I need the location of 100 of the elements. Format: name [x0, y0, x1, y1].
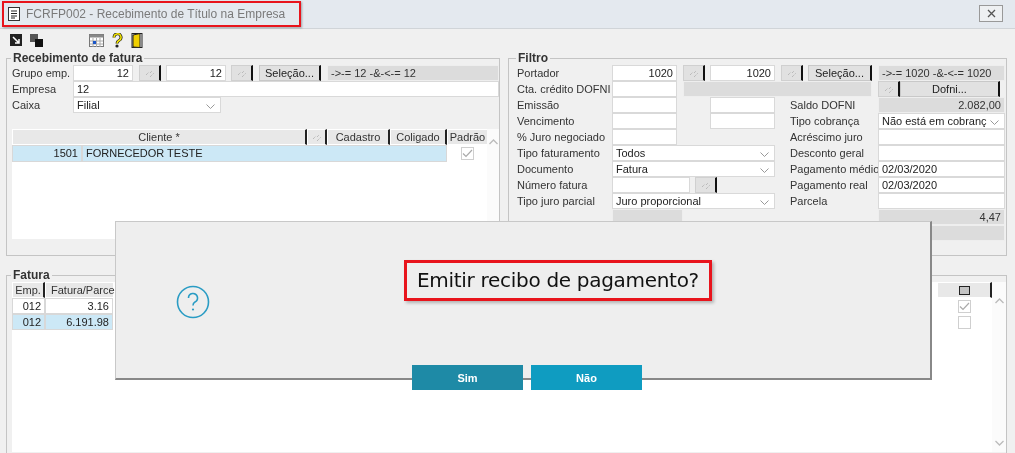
lookup-icon — [689, 69, 698, 77]
table-cell[interactable]: 6.191.98 — [45, 314, 113, 330]
checkbox[interactable] — [460, 147, 474, 160]
field-label: Caixa — [12, 99, 42, 111]
lookup-icon — [312, 133, 321, 141]
dialog-button[interactable]: Sim — [412, 365, 523, 390]
field-label: Vencimento — [517, 115, 576, 127]
chevron-down-icon[interactable] — [760, 200, 769, 205]
lookup-icon — [787, 69, 796, 77]
chevron-down-icon[interactable] — [760, 152, 769, 157]
lookup-button[interactable] — [781, 65, 803, 81]
input-field[interactable]: 12 — [73, 65, 133, 81]
group-title: Recebimento de fatura — [12, 51, 144, 65]
dialog-message: Emitir recibo de pagamento? — [404, 260, 712, 301]
help-icon[interactable] — [112, 32, 123, 48]
checkbox[interactable] — [958, 299, 971, 313]
readonly-field: 2.082,00 — [878, 97, 1005, 113]
chevron-down-icon[interactable] — [206, 104, 215, 109]
field-label: Empresa — [12, 83, 58, 95]
table-cell[interactable]: 012 — [12, 314, 45, 330]
input-field[interactable]: 02/03/2020 — [878, 177, 1005, 193]
field-label: Tipo faturamento — [517, 147, 601, 159]
scroll-up-icon[interactable] — [488, 139, 498, 145]
field-label: Documento — [517, 163, 575, 175]
range-field: ->-= 1020 -&-<-= 1020 — [878, 65, 1005, 81]
input-field[interactable] — [612, 129, 677, 145]
lookup-icon — [884, 85, 893, 93]
overlapping-squares-icon[interactable] — [30, 33, 43, 47]
lookup-icon — [145, 69, 154, 77]
lookup-button[interactable] — [695, 177, 717, 193]
chevron-down-icon[interactable] — [990, 120, 999, 125]
checkbox[interactable] — [958, 315, 971, 329]
dropdown[interactable]: Não está em cobranç — [878, 113, 1005, 129]
table-cell[interactable]: 012 — [12, 298, 45, 314]
column-header[interactable]: Coligado — [390, 129, 447, 145]
field-label: Acréscimo juro — [790, 131, 864, 143]
calendar-icon[interactable] — [89, 33, 104, 47]
column-header[interactable]: Padrão — [447, 129, 489, 145]
dropdown[interactable]: Juro proporcional — [612, 193, 775, 209]
column-header[interactable]: Fatura/Parce — [45, 282, 113, 298]
table-cell: 1501 — [12, 145, 82, 162]
input-field[interactable] — [710, 113, 775, 129]
field-label: Número fatura — [517, 179, 589, 191]
field-label: Grupo emp. — [12, 67, 72, 79]
field-label: Tipo juro parcial — [517, 195, 596, 207]
input-field[interactable]: 02/03/2020 — [878, 161, 1005, 177]
field-label: Cta. crédito DOFNI — [517, 83, 612, 95]
field-label: Pagamento real — [790, 179, 869, 191]
input-field[interactable] — [612, 81, 677, 97]
range-field: ->-= 12 -&-<-= 12 — [327, 65, 499, 81]
group-title: Fatura — [12, 268, 51, 282]
dofni-button[interactable]: Dofni... — [900, 81, 1000, 97]
field-label: Desconto geral — [790, 147, 865, 159]
lookup-icon — [701, 181, 710, 189]
column-header[interactable]: Cadastro — [327, 129, 390, 145]
input-field[interactable] — [612, 177, 690, 193]
field-label: Emissão — [517, 99, 561, 111]
table-row[interactable]: 1501 FORNECEDOR TESTE — [12, 145, 487, 162]
group-title: Filtro — [517, 51, 549, 65]
dropdown[interactable]: Filial — [73, 97, 221, 113]
input-field[interactable]: 1020 — [612, 65, 677, 81]
close-icon — [986, 9, 996, 18]
input-field[interactable] — [612, 113, 677, 129]
field-label: Saldo DOFNI — [790, 99, 857, 111]
door-icon[interactable] — [131, 32, 143, 48]
close-button[interactable] — [979, 5, 1003, 22]
window-title: FCRFP002 - Recebimento de Título na Empresa — [26, 7, 286, 21]
lookup-button[interactable] — [231, 65, 253, 81]
field-label: % Juro negociado — [517, 131, 607, 143]
lookup-button[interactable] — [139, 65, 161, 81]
lookup-button[interactable] — [683, 65, 705, 81]
dropdown[interactable]: Fatura — [612, 161, 775, 177]
input-field[interactable] — [878, 193, 1005, 209]
select-all-icon — [958, 285, 970, 295]
column-header[interactable]: Cliente * — [12, 129, 307, 145]
chevron-down-icon[interactable] — [760, 168, 769, 173]
table-cell[interactable]: 3.16 — [45, 298, 113, 314]
document-icon — [8, 7, 20, 21]
lookup-button[interactable] — [878, 81, 900, 97]
selection-button[interactable]: Seleção... — [259, 65, 321, 81]
selection-button[interactable]: Seleção... — [808, 65, 872, 81]
field-label: Tipo cobrança — [790, 115, 861, 127]
input-field[interactable]: 12 — [166, 65, 226, 81]
question-icon — [176, 285, 210, 319]
column-header[interactable]: Emp. — [12, 282, 45, 298]
lookup-icon — [237, 69, 246, 77]
column-header[interactable] — [937, 282, 992, 298]
arrow-box-icon[interactable] — [10, 34, 22, 46]
input-field[interactable] — [710, 97, 775, 113]
input-field[interactable] — [612, 97, 677, 113]
dropdown[interactable]: Todos — [612, 145, 775, 161]
scroll-up-icon[interactable] — [994, 298, 1004, 304]
field-label: Portador — [517, 67, 561, 79]
table-cell: FORNECEDOR TESTE — [82, 145, 447, 162]
input-field[interactable] — [878, 145, 1005, 161]
scroll-down-icon[interactable] — [994, 440, 1004, 446]
input-field[interactable]: 1020 — [710, 65, 775, 81]
input-field[interactable] — [878, 129, 1005, 145]
field-label: Parcela — [790, 195, 829, 207]
input-field[interactable]: 12 — [73, 81, 499, 97]
